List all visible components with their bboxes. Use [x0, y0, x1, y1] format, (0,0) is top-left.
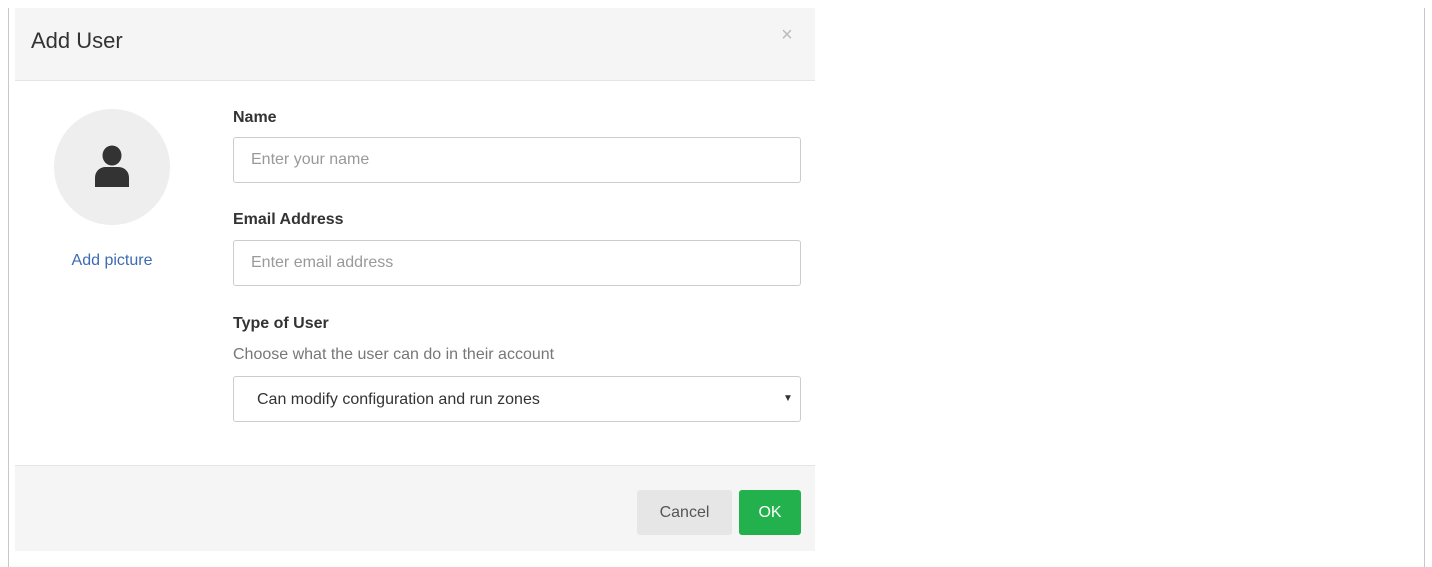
left-border	[8, 8, 9, 567]
user-type-label: Type of User	[233, 315, 329, 332]
user-icon	[95, 145, 129, 187]
add-user-dialog: Add User × Add picture Name Email Addres…	[15, 8, 815, 551]
cancel-button[interactable]: Cancel	[637, 490, 732, 535]
dialog-title: Add User	[31, 28, 123, 53]
user-type-select[interactable]: Can modify configuration and run zones ▼	[233, 376, 801, 422]
email-input[interactable]	[233, 240, 801, 286]
email-label: Email Address	[233, 211, 344, 228]
ok-button[interactable]: OK	[739, 490, 801, 535]
name-label: Name	[233, 109, 277, 126]
name-input[interactable]	[233, 137, 801, 183]
add-picture-link[interactable]: Add picture	[54, 252, 170, 270]
user-type-help-text: Choose what the user can do in their acc…	[233, 346, 555, 363]
page: Add User × Add picture Name Email Addres…	[0, 0, 1432, 567]
dialog-header: Add User ×	[15, 8, 815, 81]
user-type-selected-value: Can modify configuration and run zones	[257, 391, 540, 408]
caret-down-icon: ▼	[783, 393, 793, 404]
right-border	[1424, 8, 1425, 567]
avatar-placeholder[interactable]	[54, 109, 170, 225]
dialog-footer: Cancel OK	[15, 465, 815, 551]
close-icon[interactable]: ×	[777, 24, 797, 46]
